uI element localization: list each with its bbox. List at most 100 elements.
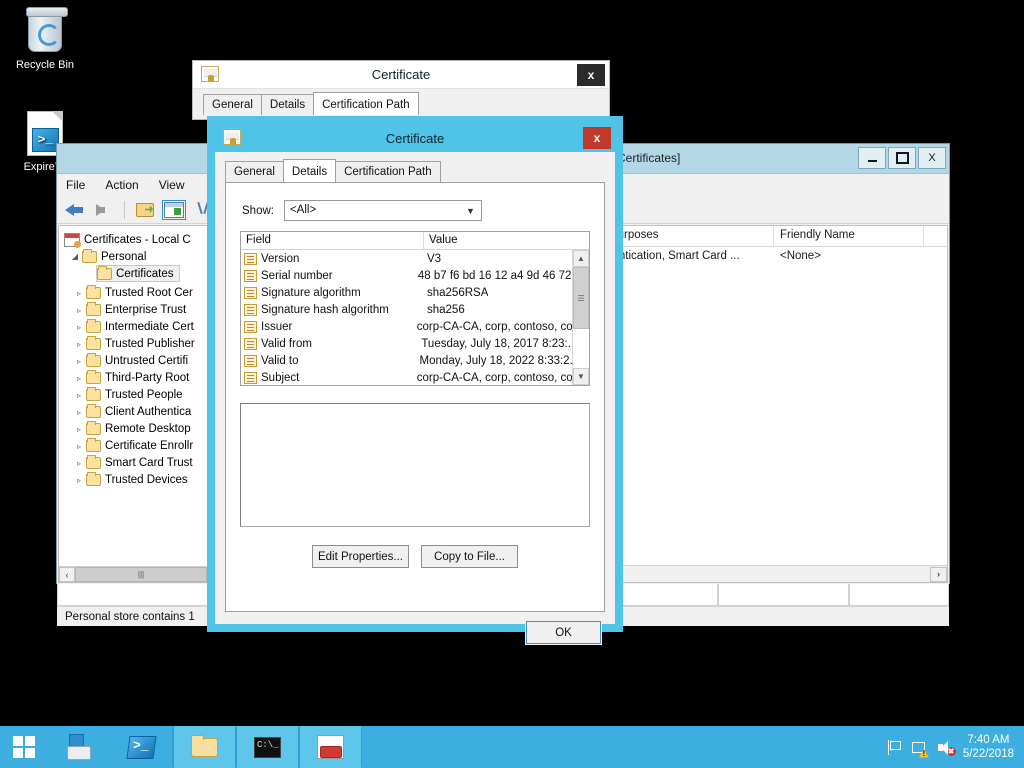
chevron-right-icon[interactable]: ▹	[72, 357, 86, 366]
menu-file[interactable]: File	[66, 178, 85, 192]
fields-vertical-scrollbar[interactable]: ▲ ☰ ▼	[572, 250, 589, 385]
column-header-field[interactable]: Field	[241, 232, 424, 249]
taskbar-powershell[interactable]: >_	[110, 726, 172, 768]
cell-value: corp-CA-CA, corp, contoso, com	[417, 372, 572, 384]
taskbar-mmc-console[interactable]	[299, 726, 361, 768]
certificate-fields-table[interactable]: Field Value Version V3 Serial number	[240, 231, 590, 386]
scroll-thumb[interactable]: |||	[75, 567, 207, 582]
network-warning-icon[interactable]	[911, 739, 928, 756]
chevron-right-icon[interactable]: ▹	[72, 391, 86, 400]
chevron-right-icon[interactable]: ▹	[72, 289, 86, 298]
dialog-titlebar[interactable]: Certificate x	[193, 61, 609, 89]
scroll-up-button[interactable]: ▲	[573, 250, 589, 267]
table-row[interactable]: Valid to Monday, July 18, 2022 8:33:2...	[241, 352, 572, 369]
table-row[interactable]: Version V3	[241, 250, 572, 267]
close-button[interactable]: x	[583, 127, 611, 149]
menu-action[interactable]: Action	[105, 178, 138, 192]
chevron-right-icon[interactable]: ▹	[72, 442, 86, 451]
tab-details[interactable]: Details	[283, 159, 336, 182]
folder-icon	[86, 440, 101, 452]
tab-certification-path[interactable]: Certification Path	[313, 92, 419, 115]
table-row[interactable]: Issuer corp-CA-CA, corp, contoso, com	[241, 318, 572, 335]
tree-item-untrusted[interactable]: ▹ Untrusted Certifi	[62, 353, 207, 370]
scroll-thumb[interactable]: ☰	[573, 267, 589, 329]
chevron-right-icon[interactable]: ▹	[72, 374, 86, 383]
column-header-friendly-name[interactable]: Friendly Name	[774, 226, 924, 246]
tree-item-label: Intermediate Cert	[105, 321, 194, 333]
dialog-tabs: General Details Certification Path	[193, 93, 609, 115]
console-tree-pane[interactable]: Certificates - Local C ◢ Personal Certif…	[58, 225, 208, 583]
tree-item-trusted-people[interactable]: ▹ Trusted People	[62, 387, 207, 404]
table-row[interactable]: Signature algorithm sha256RSA	[241, 284, 572, 301]
chevron-right-icon[interactable]: ▹	[72, 340, 86, 349]
mmc-window-controls: X	[858, 147, 946, 169]
minimize-button[interactable]	[858, 147, 886, 169]
tree-item-trusted-root[interactable]: ▹ Trusted Root Cer	[62, 285, 207, 302]
certificate-dialog-background[interactable]: Certificate x General Details Certificat…	[192, 60, 610, 120]
chevron-right-icon[interactable]: ▹	[72, 323, 86, 332]
cell-value: sha256	[427, 304, 465, 316]
chevron-right-icon[interactable]: ▹	[72, 306, 86, 315]
chevron-right-icon[interactable]: ▹	[72, 476, 86, 485]
folder-icon	[82, 251, 97, 263]
chevron-right-icon[interactable]: ▹	[72, 408, 86, 417]
taskbar-clock[interactable]: 7:40 AM 5/22/2018	[963, 733, 1014, 761]
tree-item-certificates[interactable]: Certificates	[96, 265, 180, 282]
certificate-dialog[interactable]: Certificate x General Details Certificat…	[207, 116, 623, 632]
dialog-titlebar[interactable]: Certificate x	[215, 124, 615, 152]
close-button[interactable]: x	[577, 64, 605, 86]
ok-button[interactable]: OK	[526, 621, 601, 644]
flag-icon[interactable]	[885, 739, 902, 756]
show-console-tree-icon[interactable]	[162, 199, 186, 221]
scroll-right-button[interactable]: ›	[930, 567, 947, 582]
tree-item-third-party-root[interactable]: ▹ Third-Party Root	[62, 370, 207, 387]
tree-item-certificates-wrap: Certificates	[62, 265, 207, 285]
scroll-down-button[interactable]: ▼	[573, 368, 589, 385]
tree-item-personal[interactable]: ◢ Personal	[62, 248, 207, 265]
taskbar-command-prompt[interactable]: C:\_	[236, 726, 298, 768]
tab-details[interactable]: Details	[261, 94, 314, 115]
taskbar-file-explorer[interactable]	[173, 726, 235, 768]
tree-item-label: Trusted Publisher	[105, 338, 195, 350]
desktop-icon-recycle-bin[interactable]: Recycle Bin	[2, 8, 88, 72]
column-header-value[interactable]: Value	[424, 232, 572, 249]
tree-item-certificate-enrollment[interactable]: ▹ Certificate Enrollr	[62, 438, 207, 455]
volume-muted-icon[interactable]	[937, 739, 954, 756]
scroll-left-button[interactable]: ‹	[59, 567, 75, 582]
tree-item-remote-desktop[interactable]: ▹ Remote Desktop	[62, 421, 207, 438]
field-detail-textbox[interactable]	[240, 403, 590, 527]
scroll-track[interactable]	[573, 329, 589, 368]
forward-arrow-icon[interactable]	[92, 199, 116, 221]
up-folder-icon[interactable]	[133, 199, 157, 221]
tree-item-certificates-local-computer[interactable]: Certificates - Local C	[62, 231, 207, 248]
tab-general[interactable]: General	[225, 161, 284, 182]
tab-general[interactable]: General	[203, 94, 262, 115]
tree-item-trusted-publishers[interactable]: ▹ Trusted Publisher	[62, 336, 207, 353]
table-row[interactable]: Serial number 48 b7 f6 bd 16 12 a4 9d 46…	[241, 267, 572, 284]
chevron-right-icon[interactable]: ▹	[72, 425, 86, 434]
chevron-right-icon[interactable]: ▹	[72, 459, 86, 468]
tree-item-trusted-devices[interactable]: ▹ Trusted Devices	[62, 472, 207, 489]
table-row[interactable]: Signature hash algorithm sha256	[241, 301, 572, 318]
show-select[interactable]: <All> ▼	[284, 200, 482, 221]
tree-horizontal-scrollbar[interactable]: ‹ |||	[59, 566, 207, 582]
copy-to-file-button[interactable]: Copy to File...	[421, 545, 518, 568]
tree-item-label: Certificates - Local C	[84, 234, 191, 246]
maximize-button[interactable]	[888, 147, 916, 169]
start-button[interactable]	[0, 726, 48, 768]
chevron-down-icon[interactable]: ◢	[68, 252, 82, 261]
tree-item-client-authentication[interactable]: ▹ Client Authentica	[62, 404, 207, 421]
cell-field: Serial number	[261, 270, 418, 282]
tree-item-smart-card-trusted[interactable]: ▹ Smart Card Trust	[62, 455, 207, 472]
taskbar-server-manager[interactable]	[48, 726, 110, 768]
edit-properties-button[interactable]: Edit Properties...	[312, 545, 409, 568]
close-button[interactable]: X	[918, 147, 946, 169]
tree-item-intermediate[interactable]: ▹ Intermediate Cert	[62, 319, 207, 336]
back-arrow-icon[interactable]	[63, 199, 87, 221]
powershell-icon: >_	[127, 734, 155, 760]
table-row[interactable]: Valid from Tuesday, July 18, 2017 8:23:.…	[241, 335, 572, 352]
table-row[interactable]: Subject corp-CA-CA, corp, contoso, com	[241, 369, 572, 385]
tree-item-enterprise-trust[interactable]: ▹ Enterprise Trust	[62, 302, 207, 319]
menu-view[interactable]: View	[159, 178, 185, 192]
tab-certification-path[interactable]: Certification Path	[335, 161, 441, 182]
